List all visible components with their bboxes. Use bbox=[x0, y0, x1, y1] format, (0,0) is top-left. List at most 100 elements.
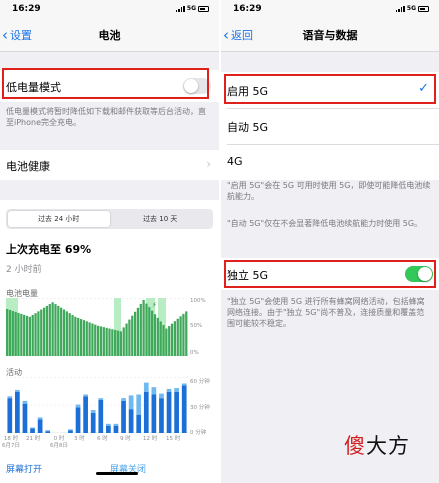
nav-bar: ‹ 返回 语音与数据 bbox=[221, 18, 439, 52]
status-indicators: 5G bbox=[175, 5, 209, 12]
battery-bar bbox=[40, 309, 43, 356]
battery-bar bbox=[37, 311, 40, 356]
tab-10-days[interactable]: 过去 10 天 bbox=[110, 211, 212, 227]
battery-bar bbox=[145, 303, 148, 356]
battery-bar bbox=[60, 307, 63, 356]
battery-bar bbox=[23, 314, 26, 356]
home-indicator bbox=[96, 472, 138, 475]
screen-off-bar bbox=[166, 389, 172, 392]
battery-bar bbox=[45, 305, 49, 356]
battery-bar bbox=[165, 328, 168, 356]
battery-bar bbox=[91, 323, 94, 356]
time-range-control: 过去 24 小时 过去 10 天 bbox=[6, 209, 213, 229]
battery-bar bbox=[11, 310, 14, 356]
x-axis-tick: 21 时 bbox=[26, 436, 41, 442]
highlight-box bbox=[224, 74, 436, 104]
battery-bar bbox=[114, 329, 117, 356]
activity-chart bbox=[6, 377, 188, 433]
battery-bar bbox=[85, 321, 88, 356]
screen-on-bar bbox=[106, 425, 111, 433]
screen-off-bar bbox=[90, 410, 96, 413]
highlight-box bbox=[224, 260, 436, 288]
screen-off-bar bbox=[151, 387, 157, 395]
battery-bar bbox=[105, 327, 108, 356]
battery-bar bbox=[34, 313, 37, 356]
legend-screen-on: 屏幕打开 bbox=[6, 465, 43, 475]
battery-bar bbox=[62, 309, 66, 356]
battery-bar bbox=[94, 324, 97, 356]
highlight-box bbox=[2, 68, 209, 99]
x-axis-tick: 15 时 bbox=[166, 436, 181, 442]
battery-bar bbox=[168, 326, 171, 356]
nav-bar: ‹ 设置 电池 bbox=[0, 18, 219, 52]
screen-off-bar bbox=[174, 388, 179, 392]
signal-icon bbox=[175, 5, 185, 12]
screen-on-bar bbox=[181, 385, 187, 433]
battery-bar bbox=[68, 313, 71, 356]
battery-bar bbox=[131, 315, 134, 356]
option-auto-5g[interactable]: 自动 5G bbox=[221, 109, 439, 144]
screen-on-bar bbox=[30, 428, 35, 433]
x-axis-tick: 0 时 6月8日 bbox=[50, 436, 68, 449]
x-axis-tick: 9 时 bbox=[120, 436, 131, 442]
battery-bar bbox=[31, 314, 34, 356]
screen-off-bar bbox=[75, 404, 81, 408]
activity-axis-tick: 30 分钟 bbox=[190, 405, 210, 411]
battery-bar bbox=[8, 309, 12, 356]
status-indicators: 5G bbox=[395, 5, 429, 12]
battery-bar bbox=[54, 304, 57, 356]
battery-bar bbox=[182, 313, 185, 356]
battery-bar bbox=[170, 323, 174, 356]
auto-5g-note: "自动 5G"仅在不会显著降低电池续航能力时使用 5G。 bbox=[227, 219, 423, 228]
screen-off-bar bbox=[68, 429, 73, 431]
screen-off-bar bbox=[136, 394, 142, 415]
network-type: 5G bbox=[406, 5, 416, 12]
battery-bar bbox=[148, 307, 151, 356]
screen-on-bar bbox=[151, 394, 157, 433]
activity-axis-tick: 0 分钟 bbox=[190, 430, 207, 436]
screen-off-bar bbox=[113, 423, 119, 426]
screen-on-bar bbox=[75, 407, 81, 433]
battery-bar bbox=[128, 319, 131, 356]
last-charge-time: 2 小时前 bbox=[6, 265, 42, 275]
activity-axis-tick: 60 分钟 bbox=[190, 379, 210, 385]
screen-off-bar bbox=[45, 430, 51, 432]
screen-on-bar bbox=[7, 398, 13, 433]
battery-bar bbox=[156, 317, 159, 356]
screen-off-bar bbox=[15, 389, 20, 392]
screen-on-bar bbox=[159, 398, 164, 433]
screen-on-bar bbox=[128, 409, 134, 433]
battery-bar bbox=[122, 327, 125, 356]
battery-bar bbox=[6, 308, 9, 356]
battery-bar bbox=[99, 326, 103, 356]
screen-on-bar bbox=[121, 400, 126, 433]
x-axis-tick: 12 时 bbox=[143, 436, 158, 442]
battery-bar bbox=[153, 314, 157, 356]
battery-bar bbox=[125, 323, 128, 356]
charging-period bbox=[158, 298, 166, 356]
battery-bar bbox=[65, 311, 68, 356]
tab-24-hours[interactable]: 过去 24 小时 bbox=[8, 211, 110, 227]
screen-off-bar bbox=[143, 382, 149, 392]
battery-axis-tick: 50% bbox=[190, 323, 203, 329]
battery-bar bbox=[136, 307, 140, 356]
battery-bar bbox=[176, 318, 179, 356]
status-time: 16:29 bbox=[233, 4, 262, 14]
battery-health-row[interactable]: 电池健康 › bbox=[0, 150, 219, 180]
battery-health-label: 电池健康 bbox=[6, 160, 50, 173]
battery-bar bbox=[173, 321, 177, 356]
battery-bar bbox=[88, 322, 91, 356]
battery-axis-tick: 100% bbox=[190, 298, 206, 304]
page-title: 电池 bbox=[98, 29, 121, 42]
screen-off-bar bbox=[181, 383, 187, 386]
screen-on-bar bbox=[15, 391, 20, 433]
battery-bar bbox=[71, 314, 74, 356]
page-title: 语音与数据 bbox=[302, 29, 358, 42]
battery-bar bbox=[151, 310, 154, 356]
screen-on-bar bbox=[68, 430, 73, 433]
screen-off-bar bbox=[159, 393, 164, 399]
screen-off-bar bbox=[128, 395, 134, 410]
option-4g[interactable]: 4G bbox=[221, 145, 439, 180]
screen-on-bar bbox=[98, 400, 104, 433]
battery-bar bbox=[102, 327, 105, 356]
